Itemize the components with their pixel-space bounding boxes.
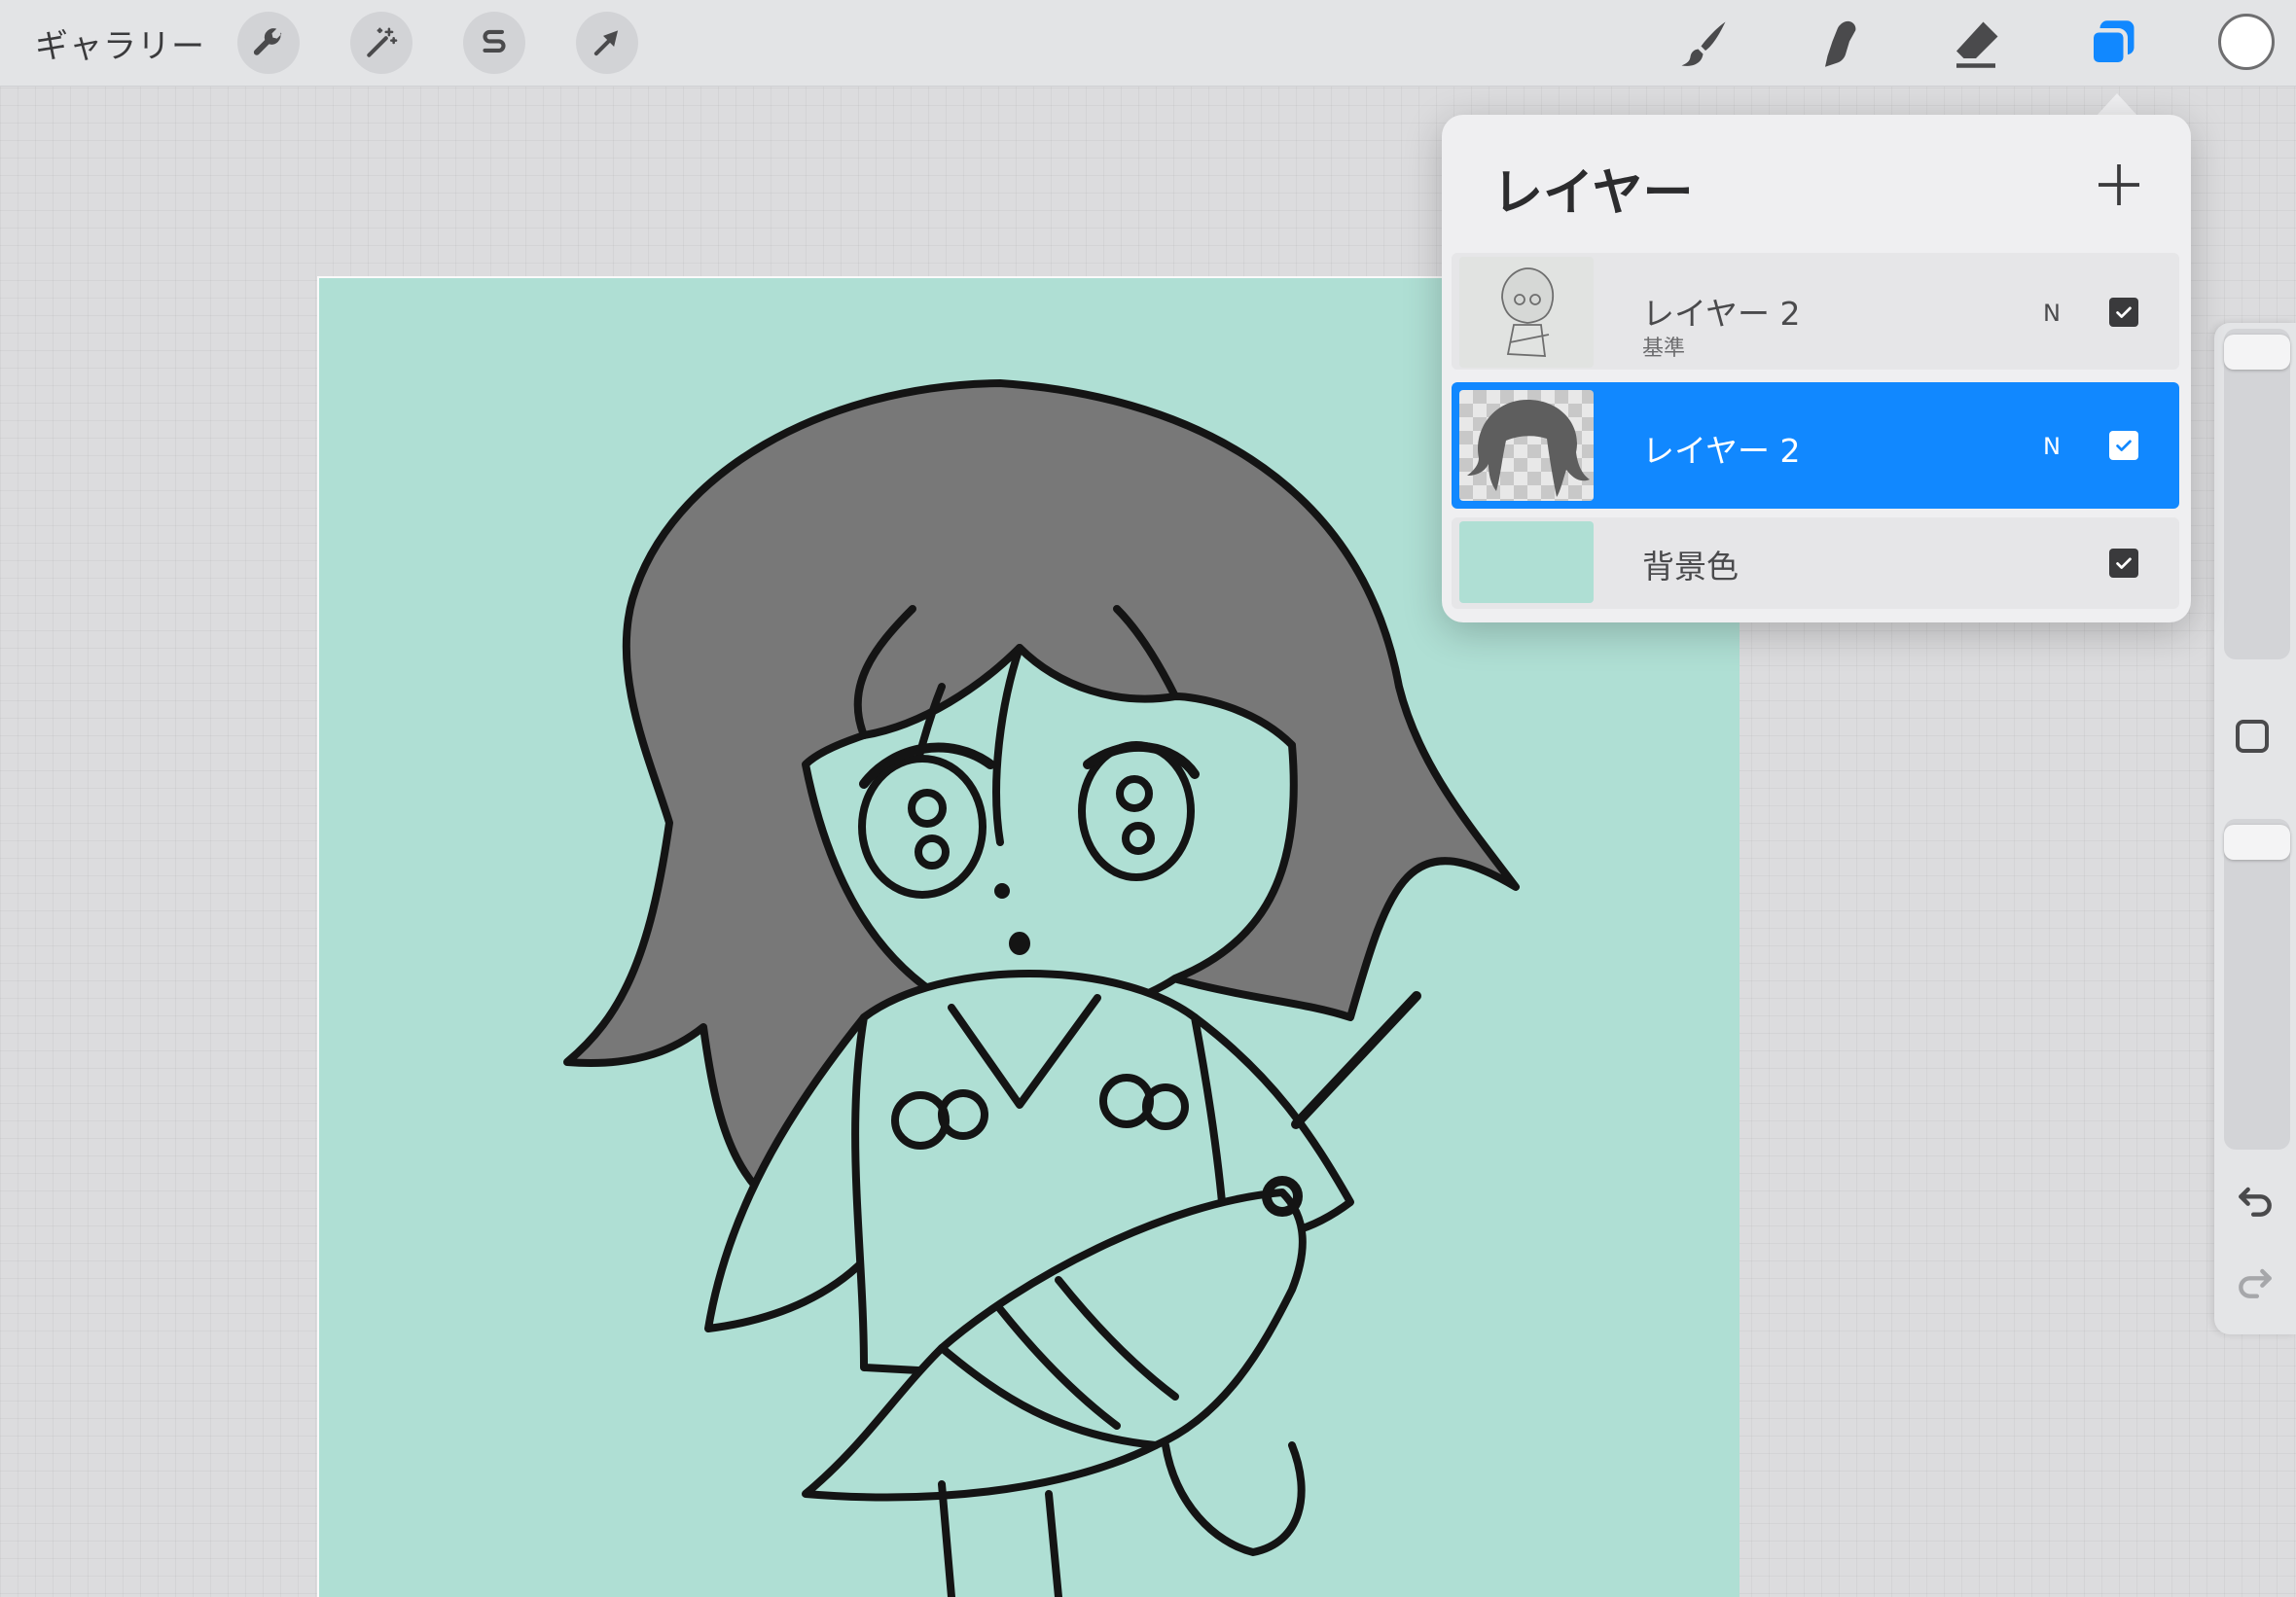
layer-row[interactable]: 背景色 — [1452, 517, 2179, 609]
layer-name: レイヤー 2 — [1642, 432, 1801, 470]
redo-button[interactable] — [2234, 1260, 2277, 1303]
transform-button[interactable] — [576, 12, 638, 74]
top-toolbar: ギャラリー — [0, 0, 2296, 87]
adjustments-button[interactable] — [350, 12, 413, 74]
layer-sublabel: 基準 — [1642, 337, 1686, 361]
eraser-icon — [1956, 21, 1998, 68]
redo-icon — [2239, 1268, 2272, 1298]
undo-icon — [2239, 1187, 2272, 1217]
undo-button[interactable] — [2234, 1179, 2277, 1222]
color-picker-button[interactable] — [2218, 14, 2275, 70]
opacity-knob[interactable] — [2224, 825, 2290, 860]
magic-wand-icon — [367, 27, 398, 57]
checkmark-icon — [2116, 440, 2132, 451]
brush-size-knob[interactable] — [2224, 335, 2290, 370]
arrow-cursor-icon — [593, 30, 619, 56]
add-layer-button[interactable] — [2092, 158, 2146, 212]
modify-button[interactable] — [2236, 720, 2269, 753]
sketch-thumbnail — [1501, 267, 1554, 357]
layer-visibility-checkbox[interactable] — [2109, 431, 2138, 460]
gallery-button[interactable]: ギャラリー — [35, 19, 205, 67]
layer-thumbnail — [1459, 390, 1594, 501]
smudge-icon — [1825, 20, 1856, 67]
selection-s-icon — [483, 29, 506, 53]
layer-thumbnail — [1459, 521, 1594, 603]
layers-panel: レイヤー レイヤー 2 基準 N レイヤー 2 N 背景色 — [1442, 115, 2191, 622]
panel-pointer — [2096, 93, 2138, 117]
eraser-tool[interactable] — [1942, 12, 2010, 76]
layer-name: レイヤー 2 — [1642, 295, 1801, 333]
selection-button[interactable] — [463, 12, 525, 74]
wrench-icon — [253, 28, 282, 55]
plus-icon — [2099, 164, 2139, 205]
actions-button[interactable] — [237, 12, 300, 74]
layer-visibility-checkbox[interactable] — [2109, 298, 2138, 327]
brush-icon — [1681, 21, 1726, 66]
checkmark-icon — [2116, 557, 2132, 569]
hair-thumbnail — [1467, 400, 1590, 497]
checkmark-icon — [2116, 306, 2132, 318]
layers-tool[interactable] — [2078, 12, 2146, 76]
layer-row-selected[interactable]: レイヤー 2 N — [1452, 382, 2179, 509]
smudge-tool[interactable] — [1806, 12, 1874, 76]
layers-icon — [2089, 20, 2135, 67]
brush-tool[interactable] — [1669, 12, 1738, 76]
blend-mode-button[interactable]: N — [2043, 300, 2061, 327]
opacity-slider[interactable] — [2224, 819, 2290, 1150]
layer-visibility-checkbox[interactable] — [2109, 549, 2138, 578]
blend-mode-button[interactable]: N — [2043, 433, 2061, 460]
layer-thumbnail — [1459, 257, 1594, 368]
brush-size-slider[interactable] — [2224, 329, 2290, 659]
layer-row[interactable]: レイヤー 2 基準 N — [1452, 253, 2179, 370]
layer-name: 背景色 — [1642, 548, 1739, 586]
panel-title: レイヤー — [1492, 164, 1694, 223]
right-sidebar — [2214, 323, 2296, 1334]
